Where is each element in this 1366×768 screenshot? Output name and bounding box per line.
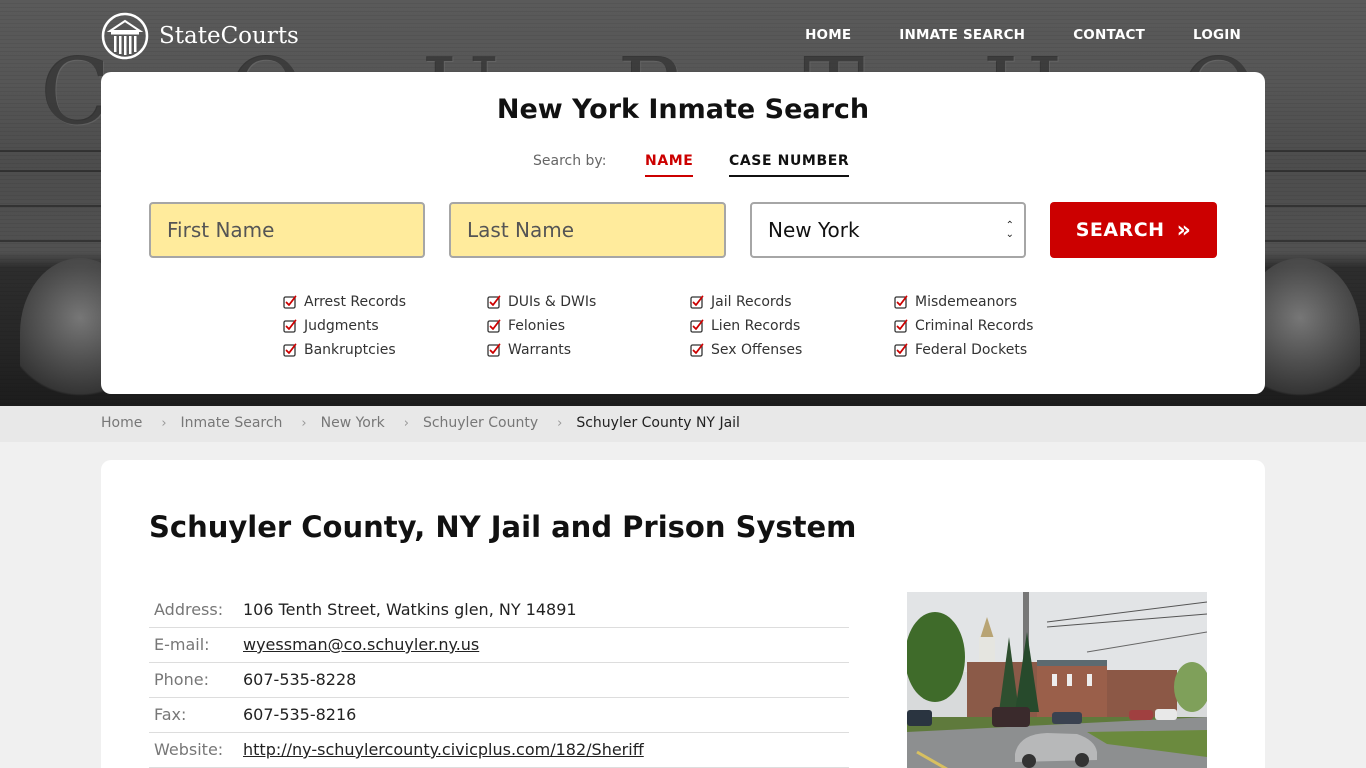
nav-login[interactable]: LOGIN: [1193, 27, 1241, 43]
site-logo[interactable]: StateCourts: [101, 12, 299, 60]
record-type-label: Criminal Records: [915, 318, 1034, 334]
jail-photo: [907, 592, 1207, 768]
record-type-label: Felonies: [508, 318, 566, 334]
chevron-right-icon: ›: [161, 415, 167, 431]
record-type-label: Misdemeanors: [915, 294, 1018, 310]
chevron-right-icon: ›: [301, 415, 307, 431]
record-type-label: DUIs & DWIs: [508, 294, 597, 310]
checkbox-checked-icon: [690, 295, 704, 309]
record-type-label: Federal Dockets: [915, 342, 1028, 358]
select-updown-icon: ⌃ ⌄: [1005, 220, 1014, 240]
email-label: E-mail:: [149, 627, 243, 663]
checkbox-checked-icon: [487, 343, 501, 357]
nav-inmate-search[interactable]: INMATE SEARCH: [899, 27, 1025, 43]
search-button-label: SEARCH: [1075, 219, 1165, 241]
checkbox-checked-icon: [283, 319, 297, 333]
fax-label: Fax:: [149, 697, 243, 733]
breadcrumb: Home › Inmate Search › New York › Schuyl…: [101, 415, 740, 431]
website-label: Website:: [149, 732, 243, 768]
record-type-item: DUIs & DWIs: [487, 293, 690, 311]
table-row-fax: Fax: 607-535-8216: [149, 697, 849, 733]
nav-home[interactable]: HOME: [805, 27, 851, 43]
nav-contact[interactable]: CONTACT: [1073, 27, 1145, 43]
checkbox-checked-icon: [690, 319, 704, 333]
brand-name: StateCourts: [159, 23, 299, 49]
state-select-value: New York: [768, 218, 860, 242]
table-row-phone: Phone: 607-535-8228: [149, 662, 849, 698]
checkbox-checked-icon: [283, 295, 297, 309]
website-link[interactable]: http://ny-schuylercounty.civicplus.com/1…: [243, 740, 644, 759]
first-name-input[interactable]: [167, 218, 407, 242]
record-type-item: Arrest Records: [283, 293, 487, 311]
fax-value: 607-535-8216: [243, 697, 849, 733]
checkbox-checked-icon: [894, 319, 908, 333]
checkbox-checked-icon: [283, 343, 297, 357]
breadcrumb-current: Schuyler County NY Jail: [576, 415, 740, 431]
email-link[interactable]: wyessman@co.schuyler.ny.us: [243, 635, 479, 654]
phone-value: 607-535-8228: [243, 662, 849, 698]
table-row-email: E-mail: wyessman@co.schuyler.ny.us: [149, 627, 849, 663]
checkbox-checked-icon: [487, 295, 501, 309]
record-type-label: Warrants: [508, 342, 572, 358]
record-type-label: Bankruptcies: [304, 342, 396, 358]
breadcrumb-home[interactable]: Home: [101, 415, 142, 431]
courthouse-logo-icon: [101, 12, 149, 60]
state-select[interactable]: New York ⌃ ⌄: [750, 202, 1026, 258]
record-type-item: Felonies: [487, 317, 690, 335]
record-types-list: Arrest Records DUIs & DWIs Jail Records Mis…: [283, 293, 1094, 359]
last-name-field[interactable]: [449, 202, 726, 258]
first-name-field[interactable]: [149, 202, 425, 258]
last-name-input[interactable]: [467, 218, 708, 242]
phone-label: Phone:: [149, 662, 243, 698]
record-type-label: Lien Records: [711, 318, 801, 334]
search-title: New York Inmate Search: [496, 94, 870, 125]
main-nav: HOME INMATE SEARCH CONTACT LOGIN: [757, 27, 1241, 43]
table-row-address: Address: 106 Tenth Street, Watkins glen,…: [149, 592, 849, 628]
record-type-label: Jail Records: [711, 294, 792, 310]
jail-street-view-image: [907, 592, 1207, 768]
record-type-label: Judgments: [304, 318, 379, 334]
breadcrumb-new-york[interactable]: New York: [321, 415, 385, 431]
record-type-item: Misdemeanors: [894, 293, 1094, 311]
checkbox-checked-icon: [894, 343, 908, 357]
breadcrumb-schuyler-county[interactable]: Schuyler County: [423, 415, 538, 431]
checkbox-checked-icon: [690, 343, 704, 357]
record-type-item: Judgments: [283, 317, 487, 335]
chevron-right-icon: ›: [403, 415, 409, 431]
tab-name[interactable]: NAME: [645, 153, 694, 177]
chevron-right-icon: ›: [557, 415, 563, 431]
main-content-card: Schuyler County, NY Jail and Prison Syst…: [101, 460, 1265, 768]
record-type-item: Criminal Records: [894, 317, 1094, 335]
breadcrumb-inmate-search[interactable]: Inmate Search: [181, 415, 283, 431]
record-type-item: Federal Dockets: [894, 341, 1094, 359]
address-value: 106 Tenth Street, Watkins glen, NY 14891: [243, 592, 849, 628]
record-type-item: Lien Records: [690, 317, 894, 335]
table-row-website: Website: http://ny-schuylercounty.civicp…: [149, 732, 849, 768]
record-type-label: Sex Offenses: [711, 342, 803, 358]
search-card: New York Inmate Search Search by: NAME C…: [101, 72, 1265, 394]
record-type-label: Arrest Records: [304, 294, 407, 310]
address-label: Address:: [149, 592, 243, 628]
checkbox-checked-icon: [487, 319, 501, 333]
breadcrumb-bar: Home › Inmate Search › New York › Schuyl…: [0, 406, 1366, 442]
record-type-item: Warrants: [487, 341, 690, 359]
record-type-item: Jail Records: [690, 293, 894, 311]
search-by-label: Search by:: [533, 153, 607, 169]
record-type-item: Sex Offenses: [690, 341, 894, 359]
jail-details-table: Address: 106 Tenth Street, Watkins glen,…: [149, 592, 849, 768]
search-button[interactable]: SEARCH »: [1050, 202, 1217, 258]
checkbox-checked-icon: [894, 295, 908, 309]
record-type-item: Bankruptcies: [283, 341, 487, 359]
tab-case-number[interactable]: CASE NUMBER: [729, 153, 850, 177]
page-title: Schuyler County, NY Jail and Prison Syst…: [149, 510, 857, 544]
double-chevron-right-icon: »: [1176, 217, 1192, 243]
